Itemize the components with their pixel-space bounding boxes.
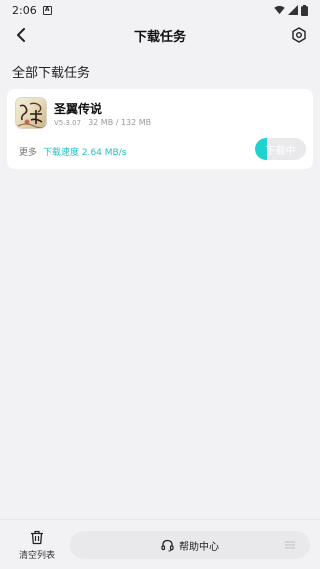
notification-icon: A — [42, 5, 52, 15]
bottom-bar: 清空列表 帮助中心 — [0, 519, 320, 569]
section-title: 全部下载任务 — [12, 66, 91, 81]
help-center-label: 帮助中心 — [179, 541, 219, 553]
app-artwork-icon — [17, 102, 46, 128]
back-button[interactable] — [10, 24, 32, 46]
download-speed: 下载速度 2.64 MB/s — [43, 148, 127, 158]
app-header: 下载任务 — [0, 20, 320, 50]
status-bar: 2:06 A — [0, 0, 320, 20]
trash-icon — [31, 530, 43, 545]
download-task-card[interactable]: 圣翼传说 V5.3.07 32 MB / 132 MB 更多 下载速度 2.64… — [7, 89, 313, 169]
settings-button[interactable] — [288, 24, 310, 46]
clear-list-button[interactable]: 清空列表 — [16, 530, 58, 564]
page-title: 下载任务 — [133, 29, 186, 45]
download-status-button[interactable]: 下载中 — [255, 138, 306, 160]
download-size: 32 MB / 132 MB — [88, 118, 152, 127]
battery-icon — [301, 4, 308, 16]
app-icon — [15, 97, 47, 129]
status-icons — [274, 4, 308, 16]
more-link[interactable]: 更多 — [19, 145, 37, 158]
wifi-icon — [274, 5, 285, 15]
signal-icon — [288, 5, 298, 15]
clear-list-label: 清空列表 — [18, 551, 55, 561]
app-version: V5.3.07 — [54, 119, 82, 127]
settings-icon — [292, 27, 306, 43]
status-time: 2:06 — [12, 3, 37, 17]
app-name: 圣翼传说 — [54, 102, 103, 116]
app-meta: V5.3.07 32 MB / 132 MB — [54, 118, 151, 127]
headset-icon — [161, 539, 174, 552]
menu-icon[interactable] — [284, 539, 296, 551]
download-status-label: 下载中 — [265, 145, 296, 157]
help-center-button[interactable]: 帮助中心 — [70, 531, 310, 559]
chevron-left-icon — [17, 28, 25, 42]
